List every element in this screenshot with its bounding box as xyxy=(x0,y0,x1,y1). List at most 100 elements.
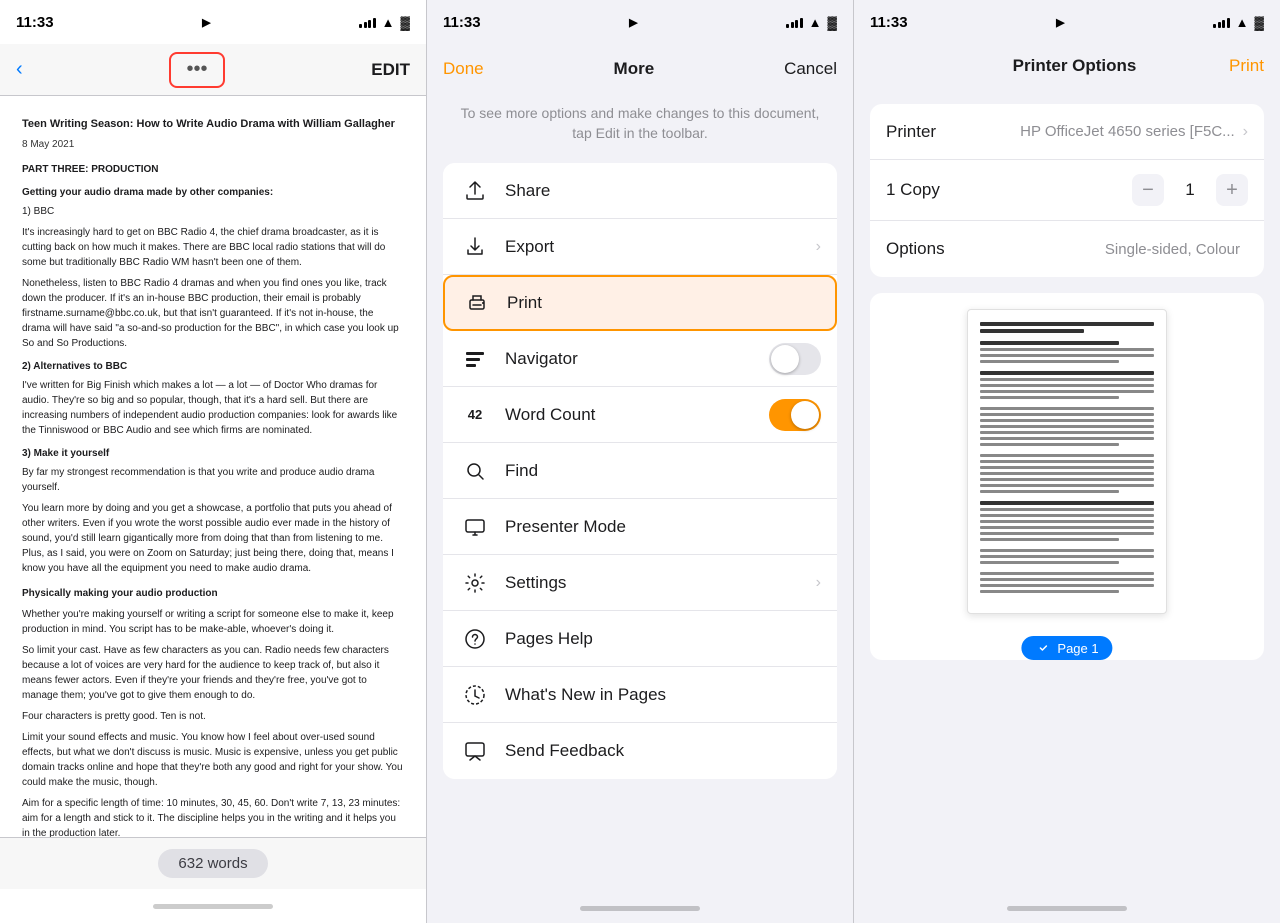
presenter-label: Presenter Mode xyxy=(505,517,821,537)
print-header: Printer Options Print xyxy=(854,44,1280,88)
options-row: Options Single-sided, Colour xyxy=(870,221,1264,277)
whatsnew-label: What's New in Pages xyxy=(505,685,821,705)
doc-p8: Four characters is pretty good. Ten is n… xyxy=(22,709,404,724)
menu-item-find[interactable]: Find xyxy=(443,443,837,499)
options-label: Options xyxy=(886,239,976,259)
menu-item-export[interactable]: Export › xyxy=(443,219,837,275)
doc-title: Teen Writing Season: How to Write Audio … xyxy=(22,116,404,133)
print-icon xyxy=(461,287,493,319)
done-button[interactable]: Done xyxy=(443,59,484,79)
menu-item-print[interactable]: Print xyxy=(443,275,837,331)
menu-item-navigator[interactable]: Navigator xyxy=(443,331,837,387)
whatsnew-icon xyxy=(459,679,491,711)
doc-part: PART THREE: PRODUCTION xyxy=(22,162,404,177)
print-preview: Page 1 xyxy=(870,293,1264,660)
more-button[interactable]: ••• xyxy=(169,52,225,88)
navigator-icon xyxy=(459,343,491,375)
printer-chevron-icon: › xyxy=(1243,123,1248,141)
location-icon-doc: ▶ xyxy=(202,16,210,29)
export-chevron-icon: › xyxy=(816,238,821,256)
preview-page xyxy=(967,309,1167,614)
menu-list: Share Export › Print xyxy=(443,163,837,779)
print-label: Print xyxy=(507,293,819,313)
status-bar-doc: 11:33 ▶ ▲ ▓ xyxy=(0,0,426,44)
doc-p3-heading: 2) Alternatives to BBC xyxy=(22,359,404,374)
doc-section2: Physically making your audio production xyxy=(22,586,404,601)
export-icon xyxy=(459,231,491,263)
menu-item-share[interactable]: Share xyxy=(443,163,837,219)
printer-options-title: Printer Options xyxy=(920,56,1229,76)
status-bar-menu: 11:33 ▶ ▲ ▓ xyxy=(427,0,853,44)
menu-item-pageshelp[interactable]: Pages Help xyxy=(443,611,837,667)
settings-label: Settings xyxy=(505,573,816,593)
battery-icon-menu: ▓ xyxy=(828,15,837,30)
find-label: Find xyxy=(505,461,821,481)
pageshelp-label: Pages Help xyxy=(505,629,821,649)
feedback-icon xyxy=(459,735,491,767)
printer-row[interactable]: Printer HP OfficeJet 4650 series [F5C...… xyxy=(870,104,1264,160)
location-icon-print: ▶ xyxy=(1056,16,1064,29)
back-button[interactable]: ‹ xyxy=(16,58,23,81)
menu-header: Done More Cancel xyxy=(427,44,853,88)
doc-section1: Getting your audio drama made by other c… xyxy=(22,185,404,200)
copy-stepper: − 1 + xyxy=(1132,174,1248,206)
copies-row: 1 Copy − 1 + xyxy=(870,160,1264,221)
wordcount-label: Word Count xyxy=(505,405,769,425)
status-time-print: 11:33 xyxy=(870,14,908,31)
home-indicator-menu xyxy=(427,779,853,923)
home-indicator-print xyxy=(854,660,1280,923)
doc-p4: By far my strongest recommendation is th… xyxy=(22,465,404,495)
doc-p3: I've written for Big Finish which makes … xyxy=(22,378,404,438)
menu-item-presenter[interactable]: Presenter Mode xyxy=(443,499,837,555)
feedback-label: Send Feedback xyxy=(505,741,821,761)
status-time-doc: 11:33 xyxy=(16,14,54,31)
printer-label: Printer xyxy=(886,122,976,142)
menu-item-wordcount[interactable]: 42 Word Count xyxy=(443,387,837,443)
status-bar-print: 11:33 ▶ ▲ ▓ xyxy=(854,0,1280,44)
find-icon xyxy=(459,455,491,487)
share-icon xyxy=(459,175,491,207)
copies-label: 1 Copy xyxy=(886,180,976,200)
edit-button[interactable]: EDIT xyxy=(371,60,410,80)
presenter-icon xyxy=(459,511,491,543)
menu-title: More xyxy=(484,59,784,79)
doc-p5: You learn more by doing and you get a sh… xyxy=(22,501,404,576)
doc-p9: Limit your sound effects and music. You … xyxy=(22,730,404,790)
decrement-copy-button[interactable]: − xyxy=(1132,174,1164,206)
panel-more-menu: 11:33 ▶ ▲ ▓ Done More Cancel To see more… xyxy=(427,0,854,923)
menu-hint-text: To see more options and make changes to … xyxy=(427,88,853,163)
menu-item-feedback[interactable]: Send Feedback xyxy=(443,723,837,779)
ellipsis-icon: ••• xyxy=(186,58,207,81)
export-label: Export xyxy=(505,237,816,257)
panel-document: 11:33 ▶ ▲ ▓ ‹ ••• EDIT Teen Writing Seas… xyxy=(0,0,427,923)
printer-options-list: Printer HP OfficeJet 4650 series [F5C...… xyxy=(870,104,1264,277)
navigator-label: Navigator xyxy=(505,349,769,369)
settings-chevron-icon: › xyxy=(816,574,821,592)
doc-p2: Nonetheless, listen to BBC Radio 4 drama… xyxy=(22,276,404,351)
navigator-toggle[interactable] xyxy=(769,343,821,375)
menu-item-settings[interactable]: Settings › xyxy=(443,555,837,611)
word-count-bar: 632 words xyxy=(0,837,426,889)
signal-icon-doc xyxy=(359,16,376,28)
wordcount-toggle[interactable] xyxy=(769,399,821,431)
doc-toolbar: ‹ ••• EDIT xyxy=(0,44,426,96)
doc-date: 8 May 2021 xyxy=(22,137,404,152)
doc-p1-heading: 1) BBC xyxy=(22,204,404,219)
increment-copy-button[interactable]: + xyxy=(1216,174,1248,206)
options-value: Single-sided, Colour xyxy=(976,241,1240,258)
wifi-icon-print: ▲ xyxy=(1236,15,1249,30)
help-icon xyxy=(459,623,491,655)
copy-count-value: 1 xyxy=(1180,180,1200,200)
doc-p10: Aim for a specific length of time: 10 mi… xyxy=(22,796,404,838)
cancel-button[interactable]: Cancel xyxy=(784,59,837,79)
wifi-icon-doc: ▲ xyxy=(382,15,395,30)
battery-icon-print: ▓ xyxy=(1255,15,1264,30)
page-badge: Page 1 xyxy=(1021,636,1112,660)
menu-item-whatsnew[interactable]: What's New in Pages xyxy=(443,667,837,723)
signal-icon-menu xyxy=(786,16,803,28)
printer-value: HP OfficeJet 4650 series [F5C... xyxy=(976,123,1235,140)
signal-icon-print xyxy=(1213,16,1230,28)
battery-icon-doc: ▓ xyxy=(401,15,410,30)
print-button[interactable]: Print xyxy=(1229,56,1264,76)
doc-p1: It's increasingly hard to get on BBC Rad… xyxy=(22,225,404,270)
